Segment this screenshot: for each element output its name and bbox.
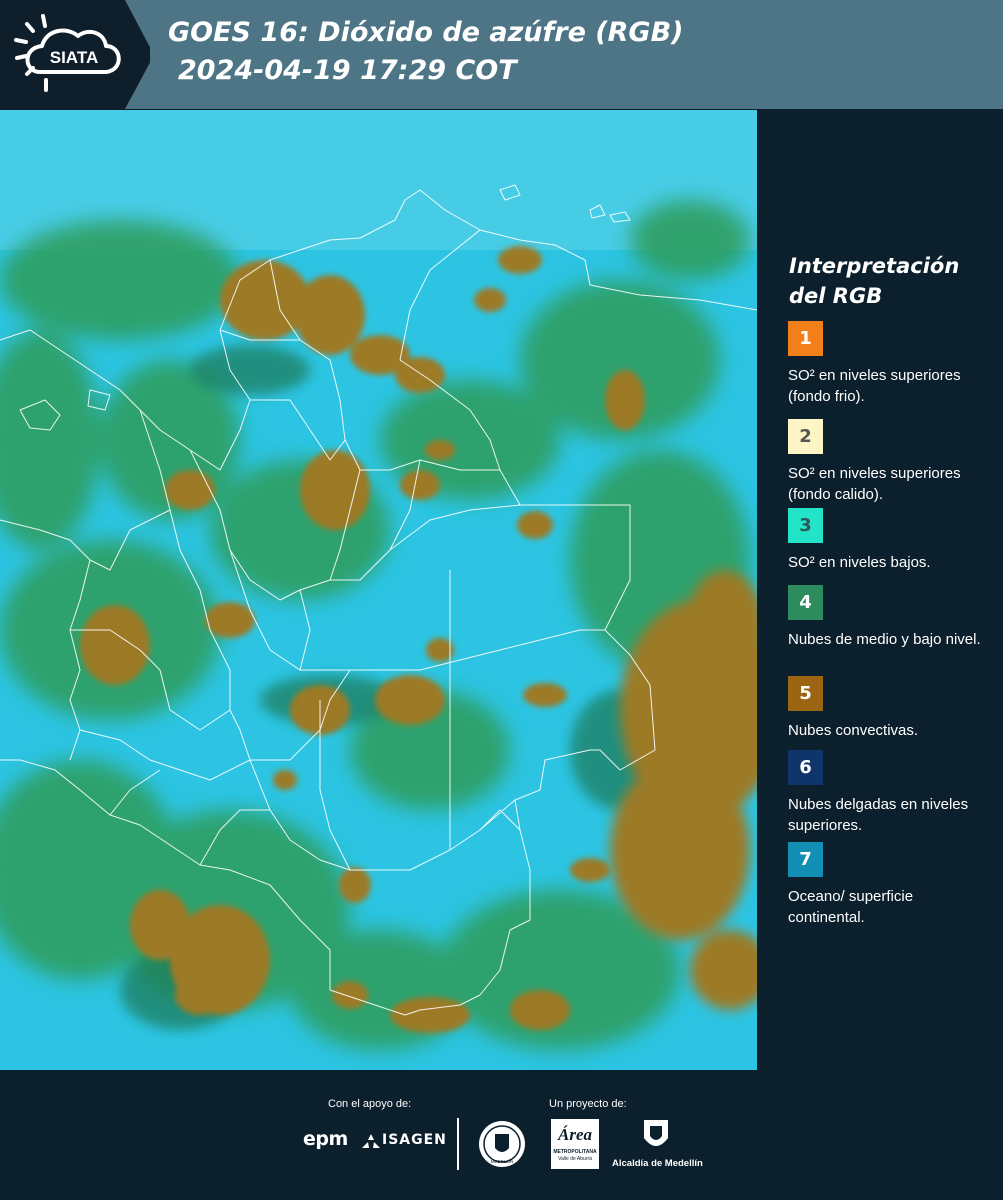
legend-title: Interpretación del RGB: [789, 254, 960, 308]
legend-item-5: 5 Nubes convectivas.: [788, 676, 993, 741]
header-bar: SIATA GOES 16: Dióxido de azúfre (RGB) 2…: [0, 0, 1003, 109]
legend-swatch-3: 3: [788, 508, 823, 543]
legend-number-5: 5: [799, 683, 812, 704]
footer: Con el apoyo de: Un proyecto de: epm ISA…: [0, 1070, 1003, 1200]
siata-logo: SIATA: [0, 0, 150, 109]
legend-text-1: SO² en niveles superiores (fondo frio).: [788, 367, 961, 405]
footer-divider: [457, 1118, 459, 1170]
legend-text-3: SO² en niveles bajos.: [788, 554, 931, 571]
legend-number-7: 7: [799, 849, 812, 870]
legend-swatch-6: 6: [788, 750, 823, 785]
satellite-map: [0, 110, 757, 1070]
legend-number-3: 3: [799, 515, 812, 536]
legend-item-4: 4 Nubes de medio y bajo nivel.: [788, 585, 993, 650]
legend-swatch-2: 2: [788, 419, 823, 454]
isagen-mark-icon: [362, 1134, 380, 1148]
legend-text-4: Nubes de medio y bajo nivel.: [788, 631, 981, 648]
page-title: GOES 16: Dióxido de azúfre (RGB) 2024-04…: [168, 14, 684, 90]
alcaldia-label: Alcaldía de Medellín: [612, 1158, 703, 1169]
legend-item-7: 7 Oceano/ superficie continental.: [788, 842, 993, 928]
legend-swatch-7: 7: [788, 842, 823, 877]
legend-number-2: 2: [799, 426, 812, 447]
legend-swatch-5: 5: [788, 676, 823, 711]
legend-item-2: 2 SO² en niveles superiores (fondo calid…: [788, 419, 993, 505]
legend-swatch-4: 4: [788, 585, 823, 620]
legend-text-2: SO² en niveles superiores (fondo calido)…: [788, 465, 961, 503]
legend-item-3: 3 SO² en niveles bajos.: [788, 508, 993, 573]
title-line-2: 2024-04-19 17:29 COT: [178, 55, 517, 86]
title-line-1: GOES 16: Dióxido de azúfre (RGB): [168, 17, 684, 48]
legend-number-4: 4: [799, 592, 812, 613]
legend-text-6: Nubes delgadas en niveles superiores.: [788, 796, 969, 834]
support-label: Con el apoyo de:: [328, 1098, 412, 1110]
project-label: Un proyecto de:: [549, 1098, 627, 1110]
legend-swatch-1: 1: [788, 321, 823, 356]
legend-text-7: Oceano/ superficie continental.: [788, 888, 914, 926]
medellin-university-seal-icon: MEDELLÍN: [479, 1121, 525, 1167]
legend-text-5: Nubes convectivas.: [788, 722, 919, 739]
siata-logo-text: SIATA: [50, 48, 98, 67]
legend-item-6: 6 Nubes delgadas en niveles superiores.: [788, 750, 993, 836]
epm-logo: epm: [303, 1128, 348, 1150]
legend-number-6: 6: [799, 757, 812, 778]
legend-panel: Interpretación del RGB 1 SO² en niveles …: [760, 110, 1003, 1070]
legend-item-1: 1 SO² en niveles superiores (fondo frio)…: [788, 321, 993, 407]
alcaldia-shield-icon: [644, 1120, 668, 1146]
isagen-logo: ISAGEN: [382, 1132, 447, 1148]
legend-number-1: 1: [799, 328, 812, 349]
area-metropolitana-logo: Área METROPOLITANA Valle de Aburrá: [551, 1119, 599, 1169]
svg-text:MEDELLÍN: MEDELLÍN: [491, 1158, 514, 1164]
